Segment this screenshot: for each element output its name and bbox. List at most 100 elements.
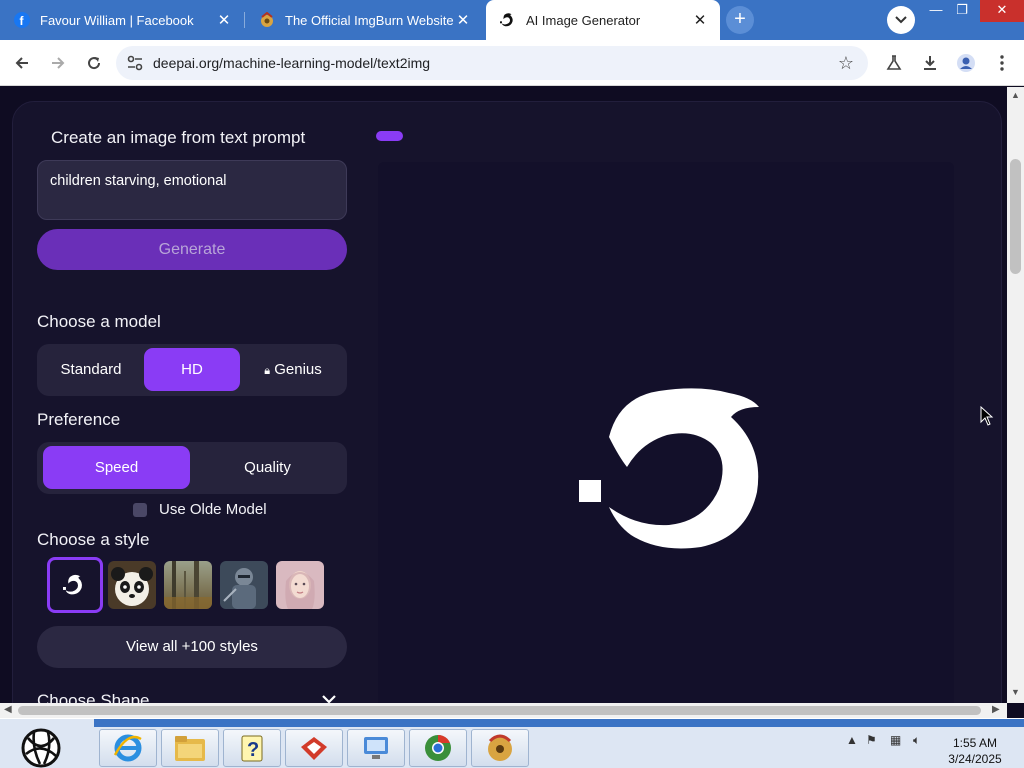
imgburn-icon	[488, 734, 512, 761]
model-option-genius[interactable]: 🔒︎ Genius	[243, 348, 343, 391]
scroll-thumb[interactable]	[18, 706, 981, 715]
taskbar-imgburn[interactable]	[471, 729, 529, 767]
scroll-left-icon[interactable]: ◀	[4, 704, 12, 715]
arrow-right-icon	[52, 57, 65, 69]
model-selector: Standard HD 🔒︎ Genius	[37, 344, 347, 396]
chrome-icon	[425, 735, 451, 761]
prompt-title: Create an image from text prompt	[51, 128, 306, 147]
taskbar-help[interactable]: ?	[223, 729, 281, 767]
red-app-icon	[301, 737, 327, 760]
menu-button[interactable]	[988, 49, 1016, 77]
taskbar-app-red[interactable]	[285, 729, 343, 767]
site-info-icon	[127, 55, 143, 71]
style-thumb-forest[interactable]	[164, 561, 212, 609]
prompt-input[interactable]: children starving, emotional	[37, 160, 347, 220]
view-all-styles-button[interactable]: View all +100 styles	[37, 626, 347, 668]
tray-flag-icon[interactable]: ⚑	[866, 733, 877, 747]
shape-label[interactable]: Choose Shape	[37, 691, 149, 703]
tab-title: Favour William | Facebook	[40, 12, 194, 28]
close-window-button[interactable]: ✕	[980, 0, 1024, 22]
browser-toolbar: deepai.org/machine-learning-model/text2i…	[0, 40, 1024, 86]
model-label: Choose a model	[37, 312, 161, 331]
warrior-image	[220, 561, 268, 609]
windows-taskbar: ? ▲ ⚑ ▦ 🔈︎ 1:55 AM 3/24/2025	[0, 718, 1024, 768]
tab-facebook[interactable]: f Favour William | Facebook ✕	[0, 0, 244, 40]
horizontal-scrollbar[interactable]: ◀ ▶	[0, 703, 1007, 718]
olde-model-row: Use Olde Model	[133, 501, 267, 518]
tab-search-button[interactable]	[887, 6, 915, 34]
system-clock[interactable]: 1:55 AM 3/24/2025	[940, 735, 1010, 767]
forward-button[interactable]	[44, 49, 72, 77]
svg-text:?: ?	[247, 739, 259, 761]
scroll-up-icon[interactable]: ▲	[1011, 90, 1020, 100]
imgburn-icon	[259, 12, 275, 28]
taskbar-ie[interactable]	[99, 729, 157, 767]
deepai-logo-icon	[579, 377, 759, 554]
scroll-right-icon[interactable]: ▶	[992, 704, 1000, 715]
tab-title: The Official ImgBurn Website	[285, 12, 454, 28]
preference-label: Preference	[37, 410, 121, 429]
tab-close-icon[interactable]: ✕	[455, 11, 471, 29]
help-icon: ?	[241, 735, 263, 762]
forest-image	[164, 561, 212, 609]
preference-option-speed[interactable]: Speed	[43, 446, 190, 489]
mouse-cursor-icon	[980, 405, 994, 431]
tray-volume-icon[interactable]: 🔈︎	[913, 733, 920, 748]
tab-close-icon[interactable]: ✕	[692, 11, 708, 29]
deepai-logo-icon	[63, 574, 82, 595]
style-thumb-portrait[interactable]	[276, 561, 324, 609]
chevron-down-icon[interactable]	[321, 691, 337, 703]
back-button[interactable]	[8, 49, 36, 77]
address-bar[interactable]: deepai.org/machine-learning-model/text2i…	[116, 46, 868, 80]
preference-selector: Speed Quality	[37, 442, 347, 494]
preference-option-quality[interactable]: Quality	[194, 446, 341, 489]
clock-date: 3/24/2025	[948, 752, 1002, 766]
start-button[interactable]	[18, 724, 64, 768]
portrait-image	[276, 561, 324, 609]
style-thumb-warrior[interactable]	[220, 561, 268, 609]
olde-model-checkbox[interactable]	[133, 502, 147, 517]
reload-icon	[88, 57, 101, 70]
browser-tab-strip: f Favour William | Facebook ✕ The Offici…	[0, 0, 1024, 40]
tray-expand-icon[interactable]: ▲	[846, 733, 858, 747]
clock-time: 1:55 AM	[952, 736, 998, 750]
arrow-left-icon	[15, 57, 28, 69]
taskbar-band	[94, 719, 1024, 727]
start-logo-icon	[21, 728, 61, 768]
downloads-button[interactable]	[916, 49, 944, 77]
network-icon	[364, 737, 388, 759]
style-thumb-default[interactable]	[47, 557, 103, 613]
model-option-standard[interactable]: Standard	[41, 348, 141, 391]
generate-button[interactable]: Generate	[37, 229, 347, 270]
tab-close-icon[interactable]: ✕	[216, 11, 232, 29]
tab-title: AI Image Generator	[526, 12, 641, 28]
vertical-scrollbar[interactable]: ▲ ▼	[1007, 87, 1024, 703]
download-icon	[924, 56, 936, 70]
scroll-thumb[interactable]	[1010, 159, 1021, 274]
bookmark-star-icon[interactable]: ☆	[838, 53, 854, 74]
new-tab-button[interactable]: +	[726, 6, 754, 34]
deepai-icon	[500, 12, 516, 28]
restore-button[interactable]: ❐	[948, 0, 976, 22]
labs-button[interactable]	[880, 49, 908, 77]
scroll-down-icon[interactable]: ▼	[1011, 687, 1020, 697]
tray-network-icon[interactable]: ▦	[890, 733, 901, 747]
folder-icon	[175, 736, 205, 761]
minimize-button[interactable]: —	[922, 0, 950, 22]
model-option-label: Genius	[274, 361, 322, 378]
taskbar-chrome[interactable]	[409, 729, 467, 767]
taskbar-network[interactable]	[347, 729, 405, 767]
internet-explorer-icon	[113, 734, 142, 762]
kebab-menu-icon	[1000, 55, 1004, 71]
tab-ai-image-generator[interactable]: AI Image Generator ✕	[486, 0, 720, 40]
tab-imgburn[interactable]: The Official ImgBurn Website ✕	[245, 0, 483, 40]
taskbar-explorer[interactable]	[161, 729, 219, 767]
url-text: deepai.org/machine-learning-model/text2i…	[153, 55, 431, 71]
progress-pill	[376, 131, 403, 141]
reload-button[interactable]	[80, 49, 108, 77]
profile-button[interactable]	[952, 49, 980, 77]
avatar-icon	[957, 54, 975, 72]
style-label: Choose a style	[37, 530, 150, 549]
style-thumb-panda[interactable]	[108, 561, 156, 609]
model-option-hd[interactable]: HD	[144, 348, 240, 391]
